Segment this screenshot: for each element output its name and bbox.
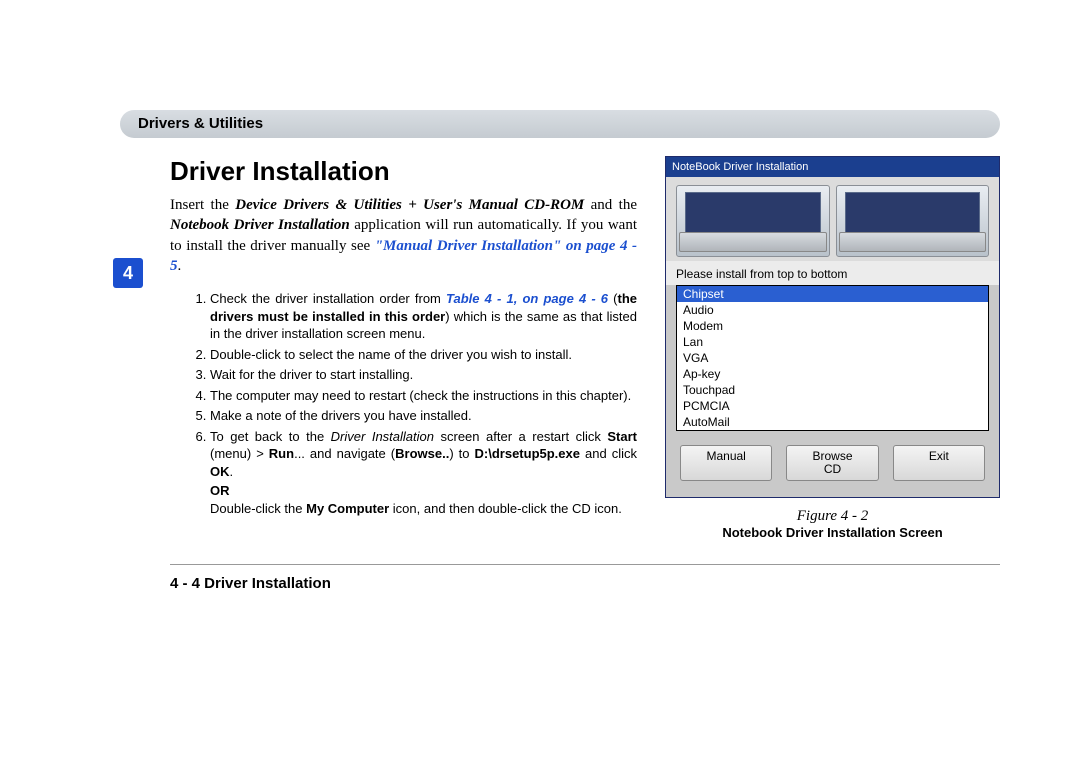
intro-text: and the	[584, 197, 637, 213]
browse-cd-button[interactable]: Browse CD	[786, 445, 878, 481]
step-bold: Run	[269, 446, 294, 461]
driver-item-lan[interactable]: Lan	[677, 334, 988, 350]
laptop-icon	[676, 185, 830, 257]
figure-window: NoteBook Driver Installation Please inst…	[665, 156, 1000, 498]
step-bold: Start	[607, 429, 637, 444]
figure-name: Notebook Driver Installation Screen	[665, 525, 1000, 540]
step-text: ) to	[449, 446, 474, 461]
manual-button[interactable]: Manual	[680, 445, 772, 481]
step-6: To get back to the Driver Installation s…	[210, 428, 637, 518]
step-bold: Browse..	[395, 446, 449, 461]
chapter-tab: 4	[113, 258, 143, 288]
intro-paragraph: Insert the Device Drivers & Utilities + …	[170, 195, 637, 276]
intro-text: Insert the	[170, 197, 235, 213]
step-italic: Driver Installation	[331, 429, 434, 444]
step-text: Check the driver installation order from	[210, 291, 446, 306]
driver-item-audio[interactable]: Audio	[677, 302, 988, 318]
driver-item-modem[interactable]: Modem	[677, 318, 988, 334]
figure-number: Figure 4 - 2	[665, 508, 1000, 525]
table-xref[interactable]: Table 4 - 1, on page 4 - 6	[446, 291, 608, 306]
driver-item-automail[interactable]: AutoMail	[677, 414, 988, 430]
step-2: Double-click to select the name of the d…	[210, 346, 637, 364]
step-text: (menu) >	[210, 446, 269, 461]
section-header: Drivers & Utilities	[120, 110, 1000, 138]
install-note: Please install from top to bottom	[666, 261, 999, 285]
step-text: and click	[580, 446, 637, 461]
step-4: The computer may need to restart (check …	[210, 387, 637, 405]
driver-item-apkey[interactable]: Ap-key	[677, 366, 988, 382]
exit-button[interactable]: Exit	[893, 445, 985, 481]
page-title: Driver Installation	[170, 156, 637, 187]
step-text: Double-click the	[210, 501, 306, 516]
step-text: To get back to the	[210, 429, 331, 444]
driver-item-touchpad[interactable]: Touchpad	[677, 382, 988, 398]
step-bold: D:\drsetup5p.exe	[475, 446, 580, 461]
step-bold: OK	[210, 464, 230, 479]
page-footer: 4 - 4 Driver Installation	[170, 564, 1000, 592]
intro-bold2: Notebook Driver Installation	[170, 217, 350, 233]
step-bold: My Computer	[306, 501, 389, 516]
step-5: Make a note of the drivers you have inst…	[210, 407, 637, 425]
step-alt: Double-click the My Computer icon, and t…	[210, 500, 637, 518]
instruction-list: Check the driver installation order from…	[192, 290, 637, 518]
driver-list[interactable]: Chipset Audio Modem Lan VGA Ap-key Touch…	[676, 285, 989, 431]
step-text: (	[608, 291, 617, 306]
step-text: icon, and then double-click the CD icon.	[389, 501, 622, 516]
driver-item-vga[interactable]: VGA	[677, 350, 988, 366]
intro-bold1: Device Drivers & Utilities + User's Manu…	[235, 197, 584, 213]
driver-item-chipset[interactable]: Chipset	[677, 286, 988, 302]
step-text: .	[230, 464, 234, 479]
step-1: Check the driver installation order from…	[210, 290, 637, 343]
or-label: OR	[210, 483, 230, 498]
figure-caption: Figure 4 - 2 Notebook Driver Installatio…	[665, 508, 1000, 540]
step-3: Wait for the driver to start installing.	[210, 366, 637, 384]
intro-text: .	[178, 258, 182, 274]
laptop-icon	[836, 185, 990, 257]
window-title: NoteBook Driver Installation	[666, 157, 999, 177]
driver-item-pcmcia[interactable]: PCMCIA	[677, 398, 988, 414]
step-text: ... and navigate (	[294, 446, 395, 461]
step-text: screen after a restart click	[434, 429, 607, 444]
